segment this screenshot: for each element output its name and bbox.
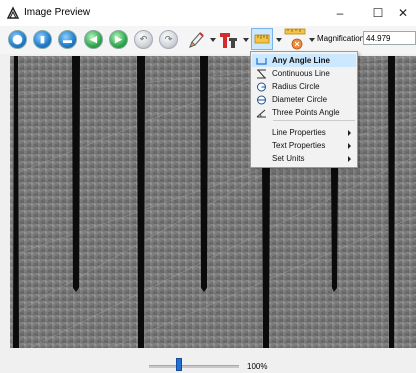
- menu-item-line-properties[interactable]: Line Properties: [252, 126, 356, 139]
- chevron-right-icon: [348, 155, 351, 162]
- menu-item-set-units[interactable]: Set Units: [252, 152, 356, 165]
- pencil-icon[interactable]: [187, 30, 205, 50]
- redo-button[interactable]: ↷: [159, 30, 178, 49]
- menu-item-diameter-circle[interactable]: Diameter Circle: [252, 93, 356, 106]
- menu-separator: [273, 120, 355, 121]
- minimize-icon: –: [336, 6, 344, 20]
- menu-item-any-angle-line[interactable]: Any Angle Line: [252, 54, 356, 67]
- chevron-right-icon: [348, 142, 351, 149]
- title-bar: Image Preview – ☐ ✕: [0, 0, 416, 26]
- menu-item-label: Any Angle Line: [272, 56, 330, 65]
- previous-button[interactable]: ◀: [84, 30, 103, 49]
- menu-item-continuous-line[interactable]: Continuous Line: [252, 67, 356, 80]
- save-icon: ⬤: [12, 34, 23, 44]
- maximize-icon: ☐: [372, 6, 384, 20]
- redo-icon: ↷: [164, 34, 173, 44]
- next-icon: ▶: [115, 34, 122, 44]
- menu-item-label: Set Units: [272, 154, 305, 163]
- magnification-input[interactable]: [363, 31, 416, 45]
- angle-icon: [256, 109, 266, 117]
- menu-item-label: Three Points Angle: [272, 108, 340, 117]
- zoom-slider-thumb[interactable]: [175, 358, 182, 371]
- menu-item-radius-circle[interactable]: Radius Circle: [252, 80, 356, 93]
- magnification-label: Magnification:: [317, 34, 367, 43]
- undo-icon: ↶: [139, 34, 148, 44]
- line-icon: [255, 57, 267, 65]
- calibration-icon[interactable]: [283, 27, 307, 51]
- zoom-percent: 100%: [247, 362, 268, 371]
- menu-item-label: Radius Circle: [272, 82, 320, 91]
- chevron-down-icon[interactable]: [309, 38, 315, 42]
- status-bar: [0, 350, 416, 373]
- continuous-line-icon: [256, 69, 266, 78]
- window-title: Image Preview: [24, 7, 91, 18]
- chevron-down-icon[interactable]: [210, 38, 216, 42]
- next-button[interactable]: ▶: [109, 30, 128, 49]
- close-icon: ✕: [397, 6, 409, 20]
- chevron-down-icon[interactable]: [276, 38, 282, 42]
- menu-item-label: Line Properties: [272, 128, 326, 137]
- menu-item-three-points-angle[interactable]: Three Points Angle: [252, 106, 356, 119]
- save-button[interactable]: ⬤: [8, 30, 27, 49]
- menu-item-label: Diameter Circle: [272, 95, 328, 104]
- ruler-icon: [254, 34, 270, 44]
- measure-tool-button[interactable]: [251, 28, 273, 50]
- chevron-down-icon[interactable]: [243, 38, 249, 42]
- print-icon: ▬: [63, 34, 72, 45]
- measure-dropdown-menu: Any Angle Line Continuous Line Radius Ci…: [250, 51, 358, 168]
- menu-item-text-properties[interactable]: Text Properties: [252, 139, 356, 152]
- radius-circle-icon: [256, 82, 266, 91]
- diameter-circle-icon: [256, 95, 266, 104]
- copy-button[interactable]: ▮: [33, 30, 52, 49]
- chevron-right-icon: [348, 129, 351, 136]
- copy-icon: ▮: [40, 34, 45, 44]
- print-button[interactable]: ▬: [58, 30, 77, 49]
- minimize-button[interactable]: –: [321, 0, 359, 26]
- app-icon: [6, 6, 20, 19]
- menu-item-label: Continuous Line: [272, 69, 330, 78]
- undo-button[interactable]: ↶: [134, 30, 153, 49]
- menu-item-label: Text Properties: [272, 141, 326, 150]
- zoom-slider[interactable]: [149, 365, 239, 368]
- text-tool-icon[interactable]: [218, 30, 240, 50]
- previous-icon: ◀: [90, 34, 97, 44]
- close-button[interactable]: ✕: [390, 0, 416, 26]
